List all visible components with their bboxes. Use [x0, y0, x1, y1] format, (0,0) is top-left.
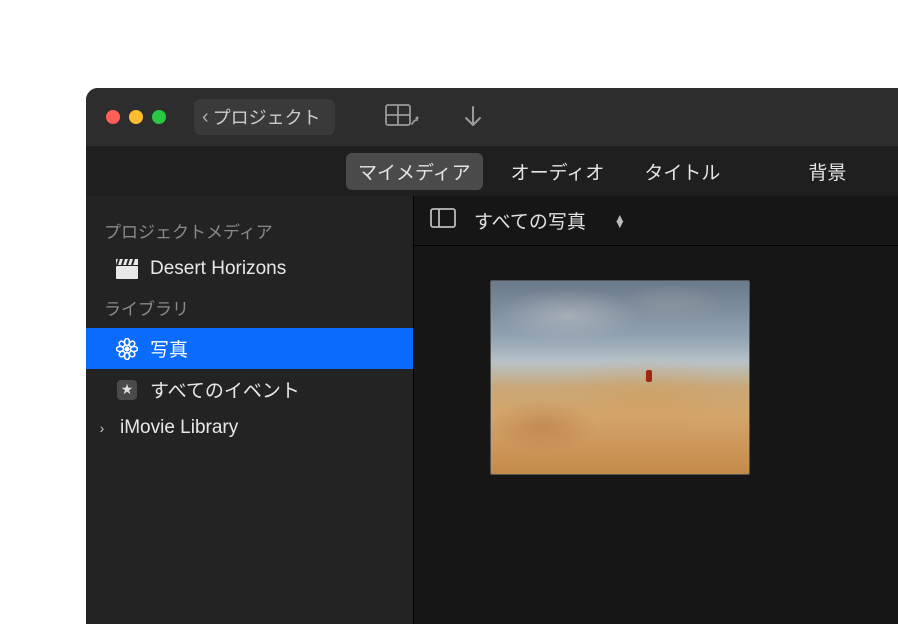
panel-header: すべての写真 ▲▼ [414, 196, 898, 246]
tab-audio[interactable]: オーディオ [499, 153, 617, 190]
photo-thumbnail[interactable] [490, 280, 750, 475]
media-import-icon[interactable] [385, 104, 419, 130]
sidebar-toggle-icon[interactable] [430, 208, 456, 234]
chevron-right-icon: › [96, 420, 108, 436]
fullscreen-window-button[interactable] [152, 110, 166, 124]
thumbnail-grid [414, 246, 898, 624]
sidebar-item-label: iMovie Library [120, 417, 238, 439]
sidebar-item-label: 写真 [150, 335, 188, 362]
content-area: プロジェクトメディア Desert Horizons ライブラリ [86, 196, 898, 624]
tab-label: オーディオ [511, 163, 605, 184]
sidebar-item-project[interactable]: Desert Horizons [86, 251, 413, 287]
photos-flower-icon [116, 338, 138, 360]
tab-titles[interactable]: タイトル [632, 153, 732, 190]
back-button-label: プロジェクト [213, 104, 321, 130]
toolbar-icon-group [385, 104, 483, 130]
tab-backgrounds[interactable]: 背景 [796, 153, 858, 190]
media-browser-panel: すべての写真 ▲▼ [414, 196, 898, 624]
download-arrow-icon[interactable] [463, 105, 483, 129]
sidebar-item-label: すべてのイベント [150, 376, 300, 403]
tab-label: タイトル [644, 163, 720, 184]
tab-my-media[interactable]: マイメディア [346, 153, 483, 190]
filter-label: すべての写真 [474, 207, 586, 234]
tab-label: マイメディア [358, 163, 471, 184]
sidebar-section-library: ライブラリ [86, 287, 413, 328]
minimize-window-button[interactable] [129, 110, 143, 124]
sidebar-item-photos[interactable]: 写真 [86, 328, 413, 369]
window-controls [106, 110, 166, 124]
tab-label: 背景 [808, 163, 846, 184]
star-icon: ★ [116, 379, 138, 401]
sidebar-section-project-media: プロジェクトメディア [86, 210, 413, 251]
updown-chevron-icon: ▲▼ [614, 215, 626, 227]
titlebar: ‹ プロジェクト [86, 88, 898, 146]
sidebar-item-label: Desert Horizons [150, 258, 286, 280]
sidebar: プロジェクトメディア Desert Horizons ライブラリ [86, 196, 414, 624]
close-window-button[interactable] [106, 110, 120, 124]
chevron-left-icon: ‹ [202, 107, 209, 127]
app-window: ‹ プロジェクト マイメディア [86, 88, 898, 624]
back-to-projects-button[interactable]: ‹ プロジェクト [194, 99, 335, 135]
filter-dropdown[interactable]: すべての写真 ▲▼ [474, 207, 626, 234]
sidebar-item-all-events[interactable]: ★ すべてのイベント [86, 369, 413, 410]
media-tabs: マイメディア オーディオ タイトル 背景 [86, 146, 898, 196]
sidebar-item-imovie-library[interactable]: › iMovie Library [86, 410, 413, 446]
clapperboard-icon [116, 258, 138, 280]
